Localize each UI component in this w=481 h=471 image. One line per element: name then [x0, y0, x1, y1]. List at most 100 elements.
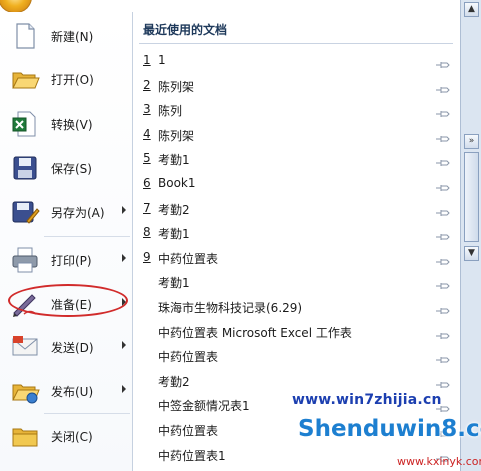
new-document-icon	[10, 21, 40, 51]
recent-document-item[interactable]: 11	[139, 49, 455, 73]
menu-item-label: 打印(P)	[51, 254, 92, 268]
recent-document-item[interactable]: 3 陈列	[139, 98, 455, 122]
highlight-annotation-ellipse	[8, 284, 128, 317]
printer-icon	[10, 245, 40, 275]
document-name: 考勤1	[158, 276, 190, 291]
document-number: 3	[143, 102, 151, 117]
recent-document-item[interactable]: 8 考勤1	[139, 221, 455, 245]
document-name: 陈列架	[158, 128, 195, 143]
recent-documents-title: 最近使用的文档	[143, 23, 228, 37]
document-number: 2	[143, 77, 151, 92]
menu-separator	[44, 413, 130, 414]
publish-folder-icon	[10, 376, 40, 406]
pin-icon[interactable]	[435, 350, 451, 364]
recent-document-item[interactable]: 考勤1	[139, 270, 455, 294]
menu-item-label: 新建(N)	[51, 30, 94, 44]
document-name: 考勤1	[158, 227, 190, 242]
document-name: 中签金额情况表1	[158, 399, 250, 414]
save-as-icon	[10, 197, 40, 227]
menu-item-print[interactable]: 打印(P)	[6, 242, 130, 280]
document-name: 中药位置表	[158, 424, 219, 438]
pin-icon[interactable]	[435, 252, 451, 265]
menu-item-label: 另存为(A)	[51, 206, 105, 220]
recent-document-item[interactable]: 珠海市生物科技记录(6.29)	[139, 295, 455, 319]
document-name: 中药位置表	[158, 251, 219, 266]
document-name: 中药位置表 Microsoft Excel 工作表	[158, 325, 352, 340]
pin-icon[interactable]	[435, 203, 451, 216]
pin-icon[interactable]	[435, 178, 451, 191]
menu-item-publish[interactable]: 发布(U)	[6, 373, 130, 411]
scroll-down-icon[interactable]: ▼	[464, 246, 479, 261]
pin-icon[interactable]	[435, 276, 451, 290]
menu-item-label: 转换(V)	[51, 118, 93, 132]
recent-document-item[interactable]: 9 中药位置表	[139, 246, 455, 270]
pin-icon[interactable]	[435, 375, 451, 388]
menu-item-label: 关闭(C)	[51, 430, 93, 444]
recent-document-item[interactable]: 2 陈列架	[139, 74, 455, 98]
watermark-site-1: www.win7zhijia.cn	[292, 392, 442, 408]
recent-document-item[interactable]: 中药位置表 Microsoft Excel 工作表	[139, 320, 455, 344]
submenu-arrow-icon	[122, 341, 126, 349]
document-number: 1	[143, 53, 151, 67]
pin-icon[interactable]	[435, 227, 451, 241]
recent-document-item[interactable]: 7 考勤2	[139, 197, 455, 221]
close-folder-icon	[10, 421, 40, 451]
header-divider	[139, 43, 453, 44]
pin-icon[interactable]	[435, 55, 451, 68]
pin-icon[interactable]	[435, 104, 451, 118]
document-name: 陈列	[158, 104, 183, 119]
submenu-arrow-icon	[122, 385, 126, 393]
menu-item-save-as[interactable]: 另存为(A)	[6, 194, 130, 232]
office-menu: 新建(N) 打开(O) 转换(V) 保存(S) 另存为(A) 打印(P) 准备(…	[0, 0, 481, 471]
document-name: 考勤2	[158, 374, 190, 389]
submenu-arrow-icon	[122, 206, 126, 214]
menu-item-label: 发布(U)	[51, 385, 94, 399]
convert-excel-icon	[10, 109, 40, 139]
recent-document-item[interactable]: 5 考勤1	[139, 147, 455, 171]
recent-document-item[interactable]: 6 Book1	[139, 172, 455, 196]
scroll-up-icon[interactable]: ▲	[464, 2, 479, 17]
recent-document-item[interactable]: 中药位置表	[139, 344, 455, 368]
menu-item-send[interactable]: 发送(D)	[6, 329, 130, 367]
document-name: 中药位置表	[158, 350, 219, 365]
document-number: 5	[143, 151, 151, 166]
save-disk-icon	[10, 153, 40, 183]
menu-item-label: 发送(D)	[51, 341, 94, 355]
document-name: 珠海市生物科技记录(6.29)	[158, 301, 303, 315]
office-menu-commands: 新建(N) 打开(O) 转换(V) 保存(S) 另存为(A) 打印(P) 准备(…	[0, 12, 133, 471]
document-name: 陈列架	[158, 79, 195, 94]
recent-document-item[interactable]: 考勤2	[139, 369, 455, 393]
submenu-arrow-icon	[122, 254, 126, 262]
watermark-site-3: www.kxinyk.com	[397, 455, 481, 468]
document-number: 8	[143, 225, 151, 240]
document-name: Book1	[158, 176, 196, 190]
document-name: 考勤1	[158, 153, 190, 168]
menu-item-label: 保存(S)	[51, 162, 92, 176]
document-number: 7	[143, 200, 151, 215]
pin-icon[interactable]	[435, 301, 451, 314]
document-name: 1	[158, 53, 166, 67]
menu-item-new[interactable]: 新建(N)	[6, 18, 130, 56]
pin-icon[interactable]	[435, 326, 451, 339]
pin-icon[interactable]	[435, 80, 451, 93]
document-number: 4	[143, 126, 151, 141]
menu-item-label: 打开(O)	[51, 73, 94, 87]
expand-chevron-icon[interactable]: »	[464, 134, 479, 149]
scrollbar-thumb[interactable]	[464, 152, 479, 242]
vertical-scrollbar[interactable]: ▲ » ▼	[460, 0, 481, 471]
send-email-icon	[10, 332, 40, 362]
recent-document-item[interactable]: 4 陈列架	[139, 123, 455, 147]
document-number: 6	[143, 176, 151, 190]
menu-separator	[44, 236, 130, 237]
open-folder-icon	[10, 64, 40, 94]
document-name: 考勤2	[158, 202, 190, 217]
menu-item-convert[interactable]: 转换(V)	[6, 106, 130, 144]
document-number: 9	[143, 249, 151, 264]
menu-item-save[interactable]: 保存(S)	[6, 150, 130, 188]
pin-icon[interactable]	[435, 129, 451, 142]
watermark-site-2: Shenduwin8.com	[298, 416, 481, 442]
pin-icon[interactable]	[435, 153, 451, 167]
document-name: 中药位置表1	[158, 448, 226, 463]
menu-item-open[interactable]: 打开(O)	[6, 61, 130, 99]
menu-item-close[interactable]: 关闭(C)	[6, 418, 130, 456]
